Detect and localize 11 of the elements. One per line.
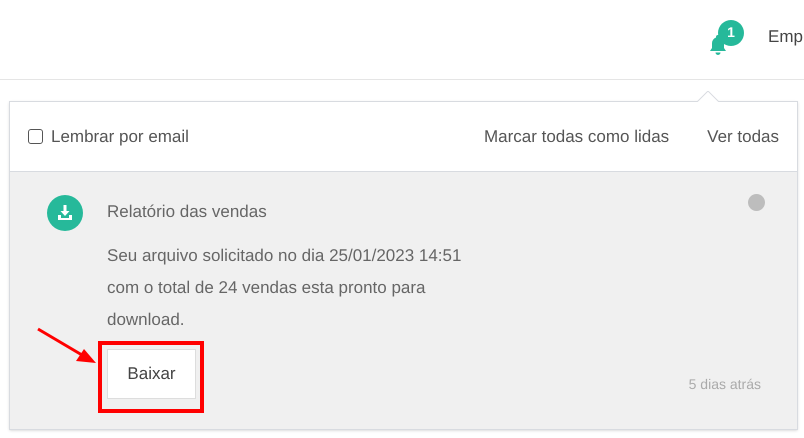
notification-badge: 1 [718, 20, 744, 46]
panel-action-link[interactable]: Ver todas [707, 124, 779, 150]
notification-title: Relatório das vendas [107, 201, 268, 223]
download-icon [47, 195, 83, 231]
annotation-arrow [36, 327, 98, 365]
notification-time: 5 dias atrás [688, 375, 761, 394]
remind-email-checkbox[interactable]: Lembrar por email [28, 124, 189, 150]
panel-action-link[interactable]: Marcar todas como lidas [484, 124, 670, 150]
notification-message: Seu arquivo solicitado no dia 25/01/2023 14:51 com o total de 24 vendas esta pronto para download. [107, 245, 462, 331]
download-button[interactable]: Baixar [107, 349, 196, 399]
user-menu[interactable]: Emp [768, 24, 803, 50]
